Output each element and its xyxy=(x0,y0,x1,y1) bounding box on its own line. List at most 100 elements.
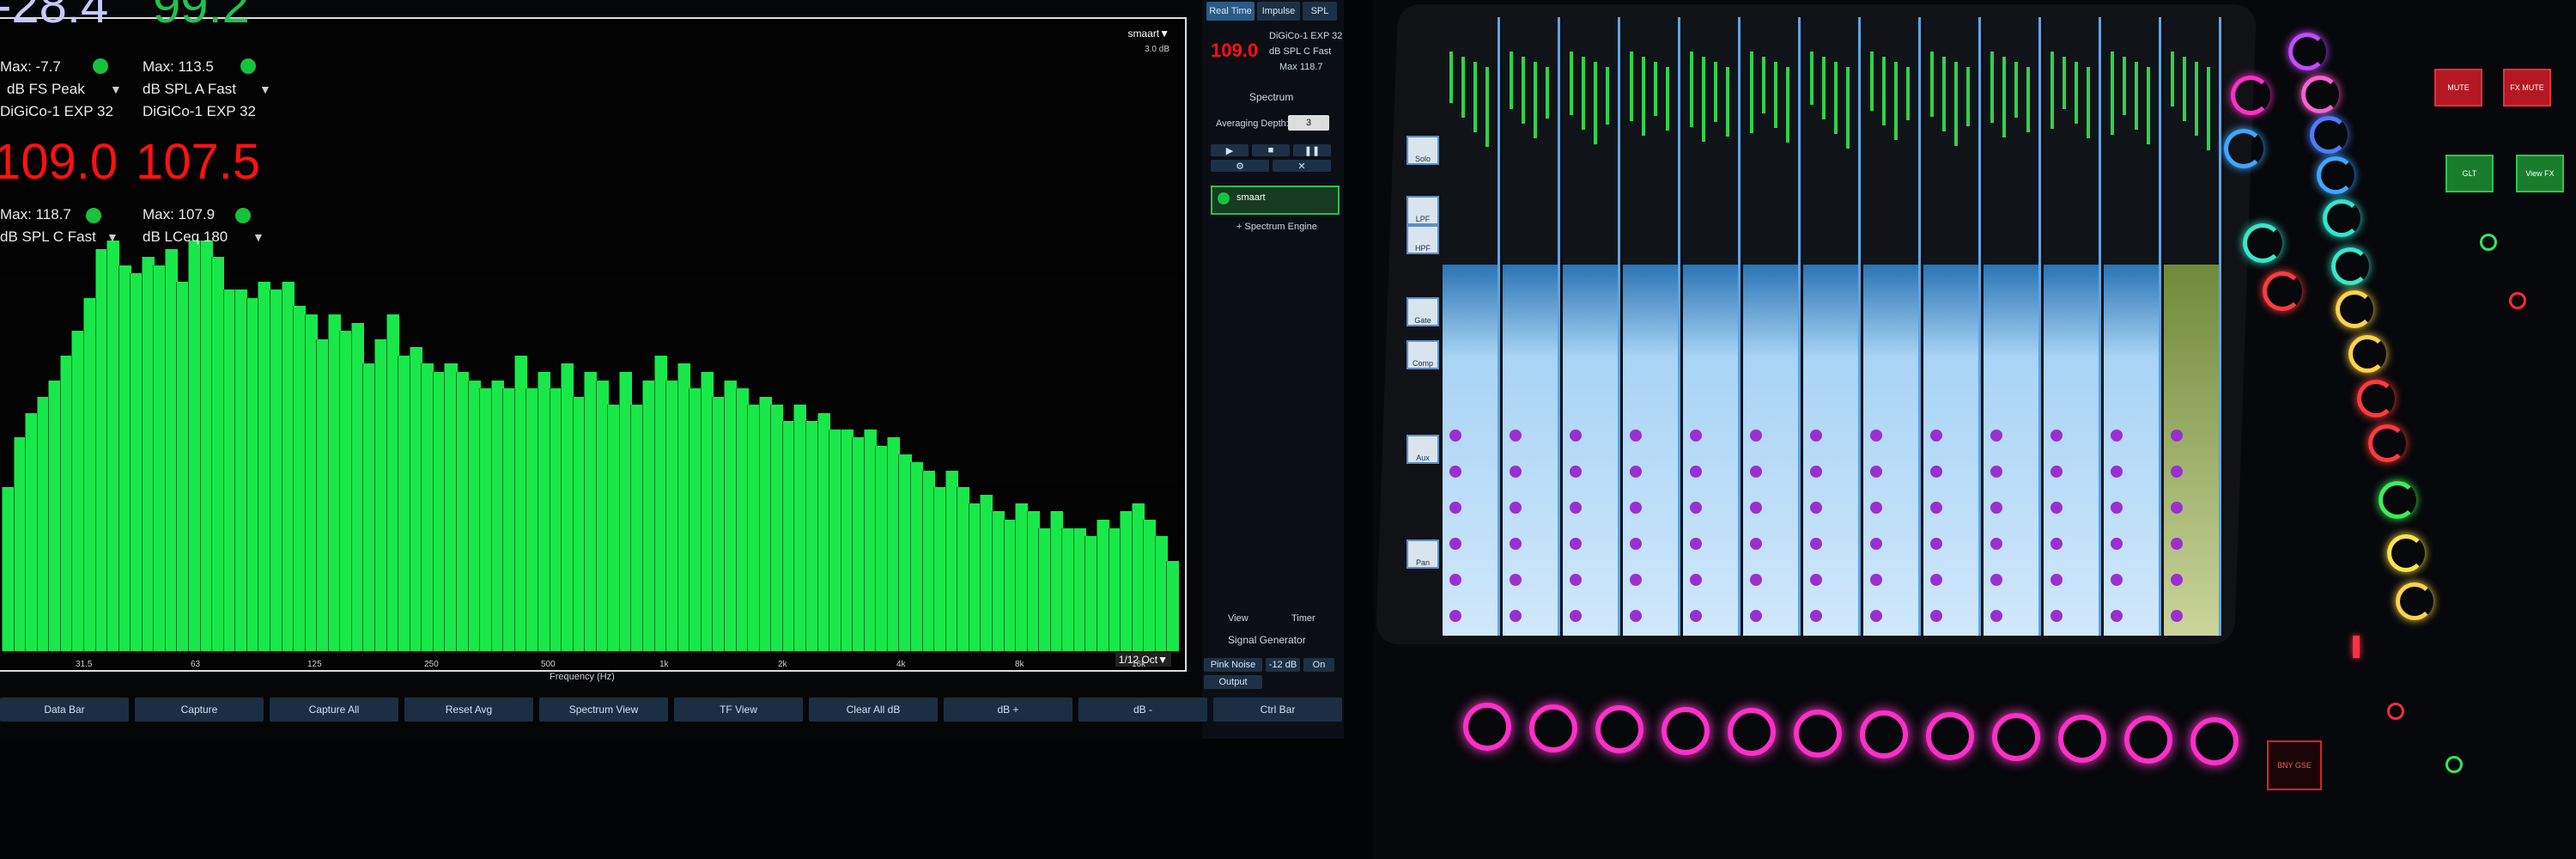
knob-icon[interactable] xyxy=(1510,538,1522,550)
knob-icon[interactable] xyxy=(1630,502,1642,514)
knob-icon[interactable] xyxy=(1810,430,1822,442)
knob-icon[interactable] xyxy=(2171,466,2183,478)
channel-strip[interactable] xyxy=(1803,17,1861,636)
channel-strip[interactable] xyxy=(2104,17,2161,636)
rotary-encoder[interactable] xyxy=(2190,717,2239,765)
knob-icon[interactable] xyxy=(2171,538,2183,550)
rotary-encoder[interactable] xyxy=(1662,707,1710,755)
rotary-encoder[interactable] xyxy=(2243,223,2282,263)
knob-icon[interactable] xyxy=(1570,538,1582,550)
knob-icon[interactable] xyxy=(1570,430,1582,442)
knob-icon[interactable] xyxy=(2171,502,2183,514)
bottom-button-2[interactable]: Capture All xyxy=(270,698,398,722)
rotary-encoder[interactable] xyxy=(2124,716,2172,764)
dropdown-arrow-icon[interactable]: ▼ xyxy=(259,82,271,96)
knob-icon[interactable] xyxy=(1930,610,1942,622)
bottom-button-0[interactable]: Data Bar xyxy=(0,698,129,722)
bottom-button-4[interactable]: Spectrum View xyxy=(539,698,668,722)
knob-icon[interactable] xyxy=(2111,466,2123,478)
knob-icon[interactable] xyxy=(1570,574,1582,586)
rotary-encoder[interactable] xyxy=(2058,715,2106,763)
knob-icon[interactable] xyxy=(1570,502,1582,514)
rotary-encoder[interactable] xyxy=(2396,582,2433,620)
rotary-encoder[interactable] xyxy=(2301,76,2339,113)
channel-strip[interactable] xyxy=(1984,17,2041,636)
knob-icon[interactable] xyxy=(1870,430,1882,442)
knob-icon[interactable] xyxy=(2050,538,2063,550)
knob-icon[interactable] xyxy=(1930,574,1942,586)
knob-icon[interactable] xyxy=(1690,610,1702,622)
knob-icon[interactable] xyxy=(1990,430,2002,442)
knob-icon[interactable] xyxy=(2111,574,2123,586)
knob-icon[interactable] xyxy=(1630,430,1642,442)
knob-icon[interactable] xyxy=(1930,430,1942,442)
knob-icon[interactable] xyxy=(1810,574,1822,586)
channel-strip[interactable] xyxy=(1863,17,1921,636)
engine-item[interactable]: smaart xyxy=(1211,186,1340,215)
rotary-encoder[interactable] xyxy=(2323,199,2360,237)
knob-icon[interactable] xyxy=(1870,574,1882,586)
fx-mute-button[interactable]: FX MUTE xyxy=(2503,69,2551,107)
knob-icon[interactable] xyxy=(1930,538,1942,550)
dropdown-arrow-icon[interactable]: ▼ xyxy=(252,230,264,244)
rotary-encoder[interactable] xyxy=(2357,380,2395,417)
knob-icon[interactable] xyxy=(1810,466,1822,478)
rotary-encoder[interactable] xyxy=(1595,705,1643,753)
channel-strip[interactable] xyxy=(2044,17,2101,636)
knob-icon[interactable] xyxy=(1449,610,1461,622)
knob-icon[interactable] xyxy=(1449,502,1461,514)
rotary-encoder[interactable] xyxy=(2224,129,2263,168)
bottom-button-9[interactable]: Ctrl Bar xyxy=(1213,698,1342,722)
view-label[interactable]: View xyxy=(1228,613,1249,624)
channel-strip[interactable] xyxy=(1503,17,1560,636)
bottom-button-3[interactable]: Reset Avg xyxy=(404,698,533,722)
rotary-encoder[interactable] xyxy=(2387,534,2425,572)
knob-icon[interactable] xyxy=(2050,574,2063,586)
knob-icon[interactable] xyxy=(1449,430,1461,442)
timer-label[interactable]: Timer xyxy=(1291,613,1315,624)
knob-icon[interactable] xyxy=(1870,610,1882,622)
knob-icon[interactable] xyxy=(1810,502,1822,514)
output-select[interactable]: Output xyxy=(1204,675,1262,689)
rotary-encoder[interactable] xyxy=(2348,335,2386,373)
plot-source-label[interactable]: smaart▼ xyxy=(1127,27,1170,40)
knob-icon[interactable] xyxy=(1510,466,1522,478)
rotary-encoder[interactable] xyxy=(2263,271,2302,311)
rotary-encoder[interactable] xyxy=(2317,156,2354,194)
knob-icon[interactable] xyxy=(1750,538,1762,550)
tab-spl[interactable]: SPL xyxy=(1303,2,1337,21)
console-side-button[interactable]: Aux xyxy=(1406,435,1439,464)
console-side-button[interactable]: Solo xyxy=(1406,136,1439,165)
channel-strip[interactable] xyxy=(1743,17,1801,636)
knob-icon[interactable] xyxy=(1990,574,2002,586)
knob-icon[interactable] xyxy=(1990,502,2002,514)
channel-strip[interactable] xyxy=(1443,17,1500,636)
knob-icon[interactable] xyxy=(1630,610,1642,622)
add-spectrum-engine-link[interactable]: + Spectrum Engine xyxy=(1236,222,1317,232)
knob-icon[interactable] xyxy=(1690,502,1702,514)
knob-icon[interactable] xyxy=(2171,574,2183,586)
view-fx-button[interactable]: View FX xyxy=(2516,155,2564,192)
channel-strip[interactable] xyxy=(1623,17,1680,636)
knob-icon[interactable] xyxy=(1990,610,2002,622)
channel-strip[interactable] xyxy=(1563,17,1620,636)
pause-icon[interactable]: ❚❚ xyxy=(1293,144,1331,156)
knob-icon[interactable] xyxy=(1990,538,2002,550)
knob-icon[interactable] xyxy=(1750,574,1762,586)
dropdown-arrow-icon[interactable]: ▼ xyxy=(106,230,118,244)
rotary-encoder[interactable] xyxy=(2331,247,2369,285)
rotary-encoder[interactable] xyxy=(1926,712,1974,760)
knob-icon[interactable] xyxy=(2050,502,2063,514)
channel-strip[interactable] xyxy=(1923,17,1981,636)
knob-icon[interactable] xyxy=(1750,610,1762,622)
rotary-encoder[interactable] xyxy=(1463,703,1511,751)
rotary-encoder[interactable] xyxy=(2310,116,2348,154)
tab-real-time[interactable]: Real Time xyxy=(1206,2,1255,21)
rotary-encoder[interactable] xyxy=(1992,713,2040,761)
console-side-button[interactable]: HPF xyxy=(1406,225,1439,254)
rotary-encoder[interactable] xyxy=(2231,76,2270,115)
knob-icon[interactable] xyxy=(2111,502,2123,514)
knob-icon[interactable] xyxy=(1570,610,1582,622)
glt-button[interactable]: GLT xyxy=(2445,155,2494,192)
channel-strip[interactable] xyxy=(1683,17,1741,636)
